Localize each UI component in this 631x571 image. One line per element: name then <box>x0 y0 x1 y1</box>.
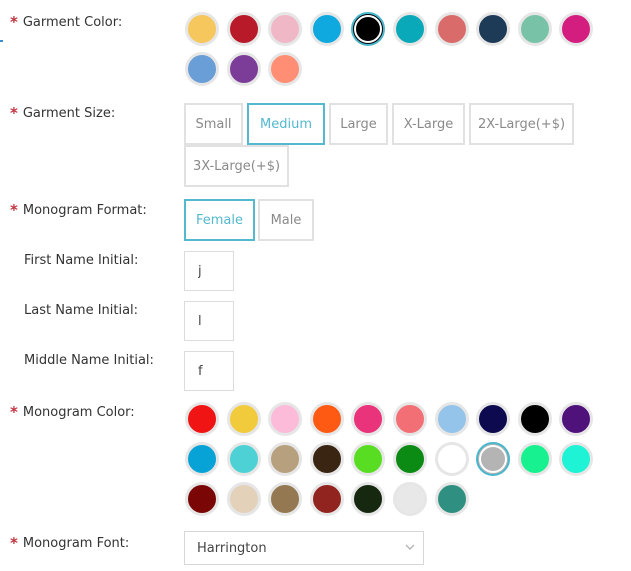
monogram-color-swatch[interactable] <box>227 482 261 516</box>
size-option[interactable]: Small <box>184 103 243 145</box>
required-asterisk: * <box>10 104 18 122</box>
last-initial-label: Last Name Initial: <box>24 303 139 318</box>
garment-size-label: * Garment Size: <box>10 103 116 122</box>
last-initial-input[interactable] <box>184 301 234 341</box>
format-option[interactable]: Female <box>184 199 255 241</box>
monogram-color-swatch[interactable] <box>559 402 593 436</box>
monogram-color-swatch[interactable] <box>227 402 261 436</box>
monogram-font-value: Harrington <box>197 540 267 556</box>
monogram-font-label-text: Monogram Font: <box>22 536 130 551</box>
monogram-color-swatch[interactable] <box>435 482 469 516</box>
monogram-color-swatch[interactable] <box>393 402 427 436</box>
chevron-down-icon <box>405 544 415 550</box>
size-option[interactable]: 2X-Large(+$) <box>469 103 574 145</box>
size-option[interactable]: Medium <box>247 103 325 145</box>
monogram-color-label: * Monogram Color: <box>10 402 135 421</box>
first-initial-input[interactable] <box>184 251 234 291</box>
monogram-color-label-text: Monogram Color: <box>22 405 135 420</box>
size-option[interactable]: 3X-Large(+$) <box>184 145 289 187</box>
middle-initial-input[interactable] <box>184 351 234 391</box>
middle-initial-label: Middle Name Initial: <box>24 353 154 368</box>
monogram-color-swatch[interactable] <box>518 442 552 476</box>
monogram-color-swatch[interactable] <box>518 402 552 436</box>
monogram-color-swatch[interactable] <box>185 402 219 436</box>
monogram-color-swatch[interactable] <box>351 442 385 476</box>
size-option[interactable]: X-Large <box>392 103 465 145</box>
garment-color-swatch[interactable] <box>227 12 261 46</box>
monogram-color-swatch[interactable] <box>268 402 302 436</box>
garment-size-label-text: Garment Size: <box>22 106 116 121</box>
monogram-color-swatch[interactable] <box>476 442 510 476</box>
monogram-color-swatch[interactable] <box>310 402 344 436</box>
first-initial-label: First Name Initial: <box>24 253 139 268</box>
garment-color-label-text: Garment Color: <box>22 15 123 30</box>
monogram-color-swatch[interactable] <box>351 402 385 436</box>
monogram-color-swatch[interactable] <box>559 442 593 476</box>
monogram-color-swatch[interactable] <box>227 442 261 476</box>
garment-color-swatch[interactable] <box>310 12 344 46</box>
garment-color-swatch[interactable] <box>227 52 261 86</box>
required-asterisk: * <box>10 13 18 31</box>
monogram-color-swatch[interactable] <box>435 442 469 476</box>
monogram-color-swatch[interactable] <box>310 442 344 476</box>
monogram-color-swatch[interactable] <box>310 482 344 516</box>
garment-color-swatch[interactable] <box>351 12 385 46</box>
garment-color-label: * Garment Color: <box>10 12 123 31</box>
monogram-color-swatch[interactable] <box>393 482 427 516</box>
garment-color-swatch[interactable] <box>268 12 302 46</box>
garment-color-swatch[interactable] <box>268 52 302 86</box>
edge-indicator <box>0 40 3 42</box>
garment-color-swatch[interactable] <box>559 12 593 46</box>
garment-color-swatch[interactable] <box>393 12 427 46</box>
monogram-format-label-text: Monogram Format: <box>22 203 147 218</box>
monogram-color-swatch[interactable] <box>393 442 427 476</box>
required-asterisk: * <box>10 534 18 552</box>
monogram-color-swatch[interactable] <box>268 442 302 476</box>
garment-color-swatch[interactable] <box>518 12 552 46</box>
garment-color-swatch[interactable] <box>435 12 469 46</box>
monogram-font-label: * Monogram Font: <box>10 533 130 552</box>
required-asterisk: * <box>10 201 18 219</box>
monogram-font-select[interactable]: Harrington <box>184 531 424 565</box>
monogram-color-swatch[interactable] <box>476 402 510 436</box>
monogram-color-swatch[interactable] <box>351 482 385 516</box>
garment-color-swatch[interactable] <box>185 12 219 46</box>
monogram-color-swatch[interactable] <box>435 402 469 436</box>
monogram-color-swatch[interactable] <box>185 482 219 516</box>
garment-color-swatch[interactable] <box>476 12 510 46</box>
size-option[interactable]: Large <box>329 103 388 145</box>
garment-color-swatch[interactable] <box>185 52 219 86</box>
monogram-color-swatch[interactable] <box>185 442 219 476</box>
monogram-format-label: * Monogram Format: <box>10 200 147 219</box>
required-asterisk: * <box>10 403 18 421</box>
monogram-color-swatch[interactable] <box>268 482 302 516</box>
format-option[interactable]: Male <box>258 199 314 241</box>
